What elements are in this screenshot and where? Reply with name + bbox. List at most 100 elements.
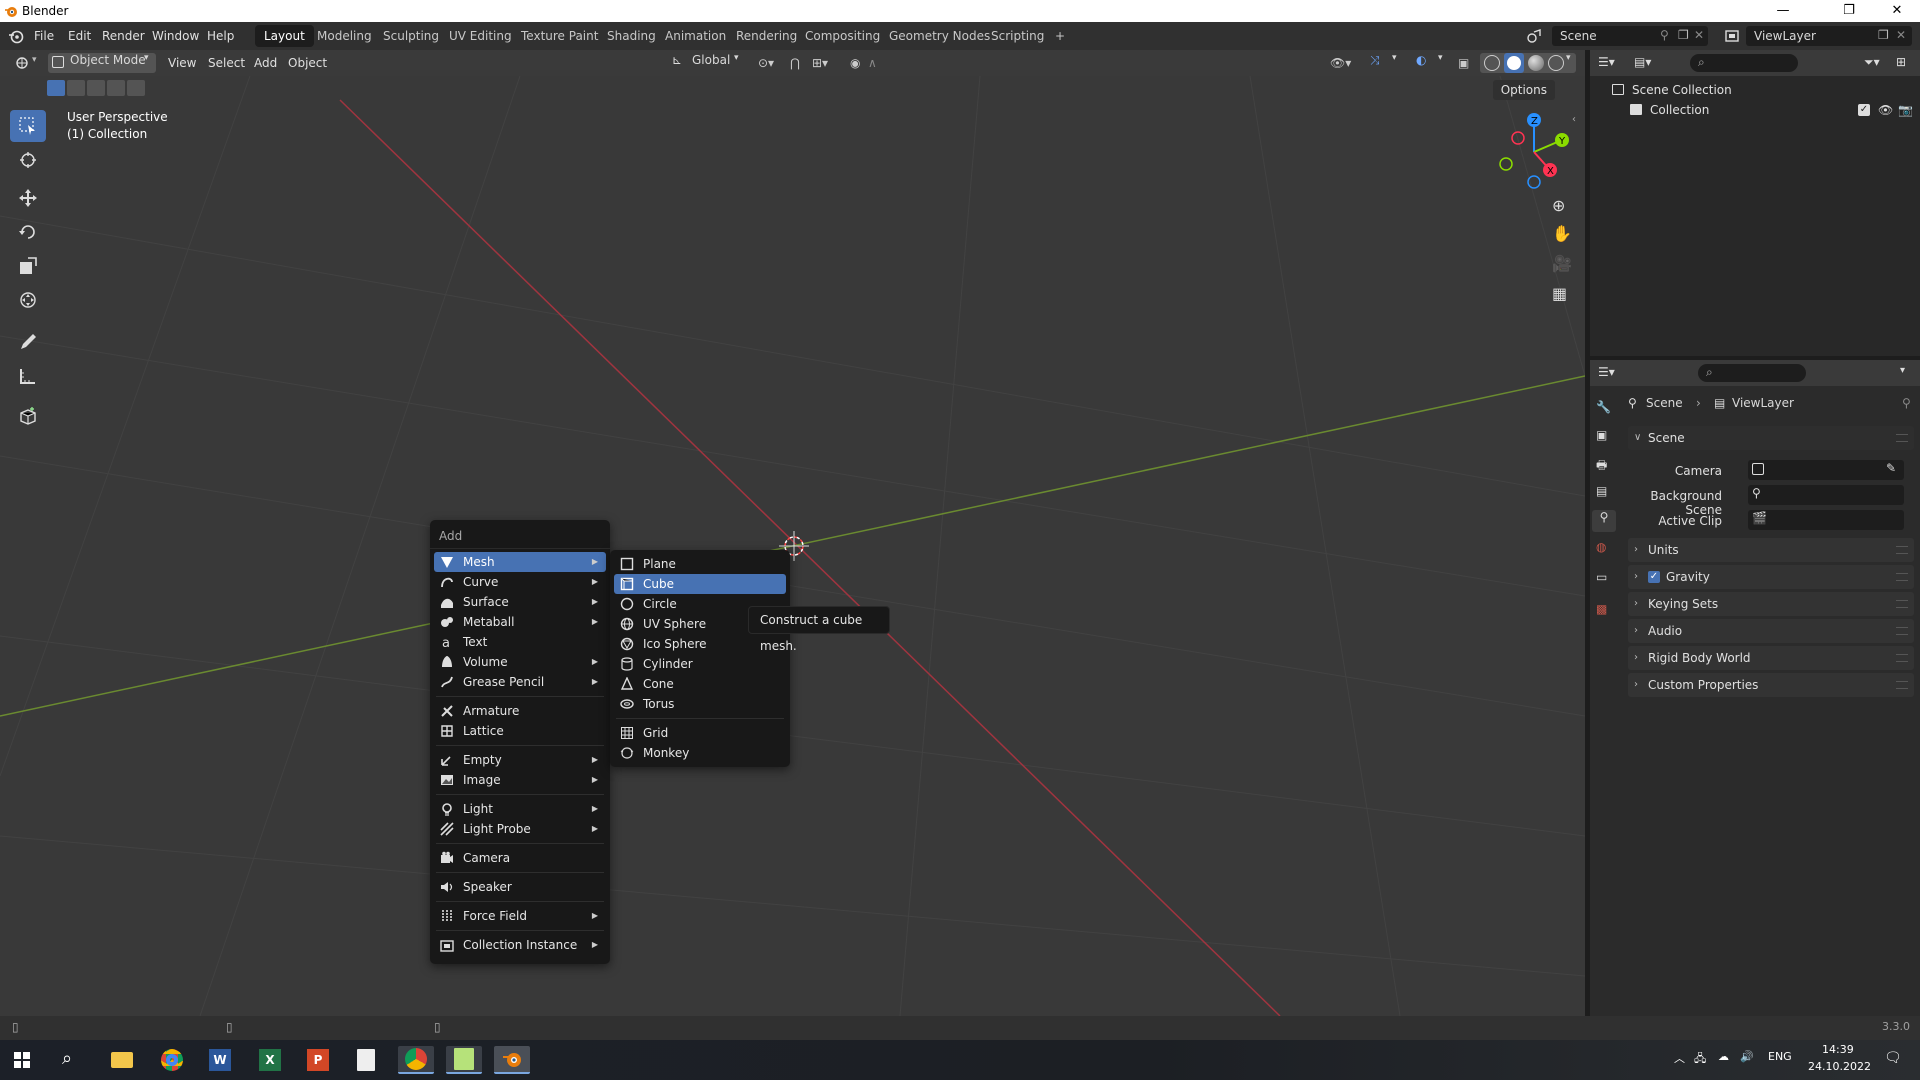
chrome-icon[interactable] <box>154 1046 190 1074</box>
add-menu-item-text[interactable]: a Text <box>434 632 606 652</box>
word-icon[interactable]: W <box>202 1046 238 1074</box>
select-invert-icon[interactable] <box>107 80 125 96</box>
add-menu-item-camera[interactable]: Camera <box>434 848 606 868</box>
onedrive-icon[interactable]: ☁ <box>1718 1050 1729 1063</box>
3d-viewport[interactable]: User Perspective (1) Collection Options … <box>0 76 1585 1016</box>
excel-icon[interactable]: X <box>252 1046 288 1074</box>
windows-start-icon[interactable] <box>14 1052 30 1068</box>
rendered-shading-icon[interactable] <box>1548 55 1564 71</box>
tab-uv-editing[interactable]: UV Editing <box>440 25 521 47</box>
visibility-icon[interactable]: 👁▾ <box>1330 53 1351 73</box>
restore-button[interactable]: ❐ <box>1826 0 1872 22</box>
collection-tab-icon[interactable]: ▭ <box>1596 570 1612 586</box>
tray-expand-icon[interactable]: ︿ <box>1674 1050 1685 1066</box>
menu-render[interactable]: Render <box>102 22 145 50</box>
outliner-editor-type-icon[interactable]: ☰▾ <box>1598 55 1615 69</box>
menu-file[interactable]: File <box>34 22 54 50</box>
tab-sculpting[interactable]: Sculpting <box>374 25 448 47</box>
background-scene-field[interactable]: ⚲ <box>1748 485 1904 505</box>
custom-properties-panel-header[interactable]: › Custom Properties <box>1628 673 1914 697</box>
add-menu-item-force-field[interactable]: Force Field ▶ <box>434 906 606 926</box>
remove-view-layer-icon[interactable]: ✕ <box>1896 28 1906 42</box>
render-camera-icon[interactable]: 📷 <box>1898 100 1913 120</box>
audio-panel-header[interactable]: › Audio <box>1628 619 1914 643</box>
tab-layout[interactable]: Layout <box>255 25 314 47</box>
add-menu-item-light-probe[interactable]: Light Probe ▶ <box>434 819 606 839</box>
mesh-item-torus[interactable]: Torus <box>614 694 786 714</box>
texture-tab-icon[interactable]: ▩ <box>1596 602 1612 618</box>
snap-icon[interactable]: ⋂ <box>790 53 800 73</box>
select-new-icon[interactable] <box>47 80 65 96</box>
add-menu-item-surface[interactable]: Surface ▶ <box>434 592 606 612</box>
add-workspace-button[interactable]: + <box>1046 25 1074 47</box>
tab-modeling[interactable]: Modeling <box>308 25 381 47</box>
add-menu-item-image[interactable]: Image ▶ <box>434 770 606 790</box>
eyedropper-icon[interactable]: ✎ <box>1886 461 1896 475</box>
add-menu-item-grease-pencil[interactable]: Grease Pencil ▶ <box>434 672 606 692</box>
pivot-point-icon[interactable]: ⊙▾ <box>758 53 774 73</box>
add-menu-item-armature[interactable]: Armature <box>434 701 606 721</box>
add-cube-tool[interactable] <box>10 400 46 432</box>
move-tool[interactable] <box>10 182 46 214</box>
drag-grip-icon[interactable] <box>1896 654 1908 662</box>
select-subtract-icon[interactable] <box>87 80 105 96</box>
tab-scripting[interactable]: Scripting <box>982 25 1053 47</box>
network-icon[interactable]: 🖧 <box>1694 1050 1706 1069</box>
minimize-button[interactable]: — <box>1760 0 1806 22</box>
navigation-gizmo[interactable]: Z Y X <box>1494 112 1574 192</box>
tab-rendering[interactable]: Rendering <box>727 25 806 47</box>
wireframe-shading-icon[interactable] <box>1484 55 1500 71</box>
mesh-item-grid[interactable]: Grid <box>614 723 786 743</box>
scene-selector[interactable]: Scene ⚲ ❐ ✕ <box>1552 26 1708 46</box>
chevron-down-icon[interactable]: ▾ <box>1900 365 1905 376</box>
drag-grip-icon[interactable] <box>1896 681 1908 689</box>
outliner-search-input[interactable]: ⌕ <box>1690 54 1798 72</box>
add-menu-item-curve[interactable]: Curve ▶ <box>434 572 606 592</box>
units-panel-header[interactable]: › Units <box>1628 538 1914 562</box>
pin-icon[interactable]: ⚲ <box>1902 396 1911 410</box>
mesh-item-cone[interactable]: Cone <box>614 674 786 694</box>
properties-search-input[interactable]: ⌕ <box>1698 364 1806 382</box>
proportional-edit-icon[interactable]: ◉ <box>850 53 860 73</box>
falloff-icon[interactable]: ∧ <box>868 53 877 73</box>
chrome-window-icon[interactable] <box>398 1046 434 1074</box>
select-extend-icon[interactable] <box>67 80 85 96</box>
blender-taskbar-icon[interactable] <box>494 1046 530 1074</box>
menu-window[interactable]: Window <box>152 22 199 50</box>
mesh-item-plane[interactable]: Plane <box>614 554 786 574</box>
tool-tab-icon[interactable]: 🔧 <box>1596 400 1612 416</box>
add-menu-item-metaball[interactable]: Metaball ▶ <box>434 612 606 632</box>
menu-object[interactable]: Object <box>288 53 327 73</box>
overlay-toggle[interactable]: ◐ ▾ <box>1412 53 1452 73</box>
zoom-icon[interactable]: ⊕ <box>1552 196 1565 215</box>
gizmo-toggle[interactable]: ⤨ ▾ <box>1366 53 1406 73</box>
rotate-tool[interactable] <box>10 216 46 248</box>
drag-grip-icon[interactable] <box>1896 600 1908 608</box>
transform-orientation-dropdown[interactable]: ⊾ Global ▾ <box>670 53 746 73</box>
volume-icon[interactable]: 🔊 <box>1740 1050 1754 1063</box>
xray-icon[interactable]: ▣ <box>1458 53 1469 73</box>
powerpoint-icon[interactable]: P <box>300 1046 336 1074</box>
scene-tab-icon[interactable]: ⚲ <box>1592 510 1616 532</box>
active-clip-field[interactable]: 🎬 <box>1748 510 1904 530</box>
add-menu-item-collection-instance[interactable]: Collection Instance ▶ <box>434 935 606 955</box>
options-dropdown[interactable]: Options <box>1492 80 1555 100</box>
scale-tool[interactable] <box>10 250 46 282</box>
solid-shading-button[interactable] <box>1504 53 1524 73</box>
add-menu-item-light[interactable]: Light ▶ <box>434 799 606 819</box>
properties-editor-type-icon[interactable]: ☰▾ <box>1598 365 1615 379</box>
new-view-layer-icon[interactable]: ❐ <box>1878 28 1889 42</box>
menu-edit[interactable]: Edit <box>68 22 91 50</box>
add-menu-item-mesh[interactable]: Mesh ▶ <box>434 552 606 572</box>
notepad-icon[interactable] <box>446 1046 482 1074</box>
camera-field[interactable]: ✎ <box>1748 460 1904 480</box>
world-tab-icon[interactable]: ◍ <box>1596 540 1612 556</box>
tab-compositing[interactable]: Compositing <box>796 25 889 47</box>
gravity-checkbox[interactable]: ✓ <box>1648 571 1660 583</box>
view-layer-selector[interactable]: ViewLayer ❐ ✕ <box>1746 26 1912 46</box>
close-button[interactable]: ✕ <box>1874 0 1920 22</box>
new-collection-icon[interactable]: ⊞ <box>1896 55 1906 69</box>
menu-view[interactable]: View <box>168 53 196 73</box>
filter-icon[interactable]: ⏷▾ <box>1864 55 1880 70</box>
drag-grip-icon[interactable] <box>1896 434 1908 442</box>
